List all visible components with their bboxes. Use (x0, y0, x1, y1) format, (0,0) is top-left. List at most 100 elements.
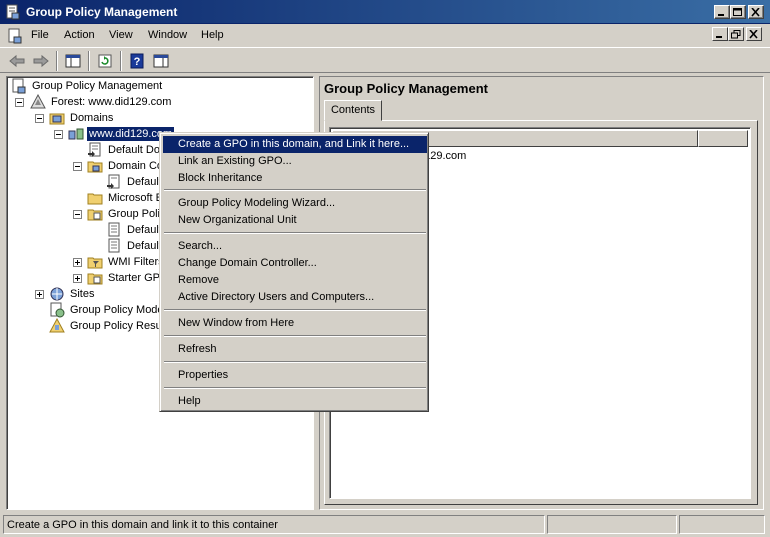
menu-window[interactable]: Window (148, 29, 187, 41)
mdi-minimize-button[interactable] (712, 27, 728, 41)
tree-label: Group Policy Result (70, 320, 168, 332)
minimize-icon (718, 14, 724, 16)
collapse-toggle[interactable] (35, 114, 44, 123)
tree-label: Default Do (108, 144, 160, 156)
ctx-help[interactable]: Help (163, 393, 427, 410)
tree-label: Forest: www.did129.com (51, 96, 172, 108)
ctx-label: Refresh (178, 343, 217, 355)
tree-label: Microsoft E (108, 192, 164, 204)
column-header[interactable] (698, 130, 748, 147)
sites-icon (50, 287, 64, 301)
close-icon (749, 30, 758, 39)
domains-folder-icon (49, 113, 65, 125)
menu-view[interactable]: View (109, 29, 133, 41)
context-menu: Create a GPO in this domain, and Link it… (159, 132, 429, 412)
ctx-label: Create a GPO in this domain, and Link it… (178, 138, 410, 150)
ctx-label: Active Directory Users and Computers... (178, 291, 375, 303)
ctx-link-existing-gpo[interactable]: Link an Existing GPO... (163, 153, 427, 170)
ctx-label: Help (178, 395, 201, 407)
menu-bar: File Action View Window Help (0, 25, 770, 46)
menu-action[interactable]: Action (64, 29, 95, 41)
menu-file[interactable]: File (31, 29, 49, 41)
status-message-cell: Create a GPO in this domain and link it … (3, 515, 545, 534)
ctx-separator (164, 189, 426, 191)
group-policy-icon (12, 78, 26, 94)
window-title: Group Policy Management (26, 5, 178, 19)
ctx-remove[interactable]: Remove (163, 272, 427, 289)
forest-icon (30, 94, 46, 109)
menu-help[interactable]: Help (201, 29, 224, 41)
show-hide-tree-icon (65, 54, 81, 68)
svg-text:?: ? (134, 56, 141, 68)
tree-label: Group Policy Model (70, 304, 166, 316)
forward-button[interactable] (30, 51, 52, 71)
forward-arrow-icon (33, 54, 49, 68)
action-pane-button[interactable] (150, 51, 172, 71)
ctx-label: Search... (178, 240, 223, 252)
group-policy-app-icon (6, 4, 20, 20)
collapse-toggle[interactable] (15, 98, 24, 107)
collapse-toggle[interactable] (73, 162, 82, 171)
ctx-new-ou[interactable]: New Organizational Unit (163, 212, 427, 229)
details-title: Group Policy Management (324, 81, 488, 96)
ctx-new-window[interactable]: New Window from Here (163, 315, 427, 332)
maximize-icon (733, 8, 742, 16)
expand-toggle[interactable] (73, 258, 82, 267)
back-button[interactable] (6, 51, 28, 71)
toolbar: ? (0, 47, 770, 73)
maximize-button[interactable] (730, 5, 746, 19)
close-button[interactable] (748, 5, 764, 19)
tree-label: Sites (70, 288, 95, 300)
ctx-label: Properties (178, 369, 229, 381)
console-document-icon[interactable] (7, 28, 23, 44)
help-button[interactable]: ? (126, 51, 148, 71)
ctx-separator (164, 309, 426, 311)
ou-folder-icon (87, 193, 103, 205)
show-hide-tree-button[interactable] (62, 51, 84, 71)
tree-label: Group Policy Management (32, 80, 163, 92)
ctx-separator (164, 335, 426, 337)
refresh-icon (98, 54, 112, 68)
collapse-toggle[interactable] (73, 210, 82, 219)
close-icon (751, 8, 760, 17)
ctx-create-gpo[interactable]: Create a GPO in this domain, and Link it… (163, 136, 427, 153)
toolbar-separator (88, 51, 90, 71)
mdi-close-button[interactable] (746, 27, 762, 41)
mdi-restore-button[interactable] (728, 27, 744, 41)
gpo-link-icon (107, 174, 120, 189)
modeling-icon (50, 302, 65, 318)
restore-icon (731, 30, 741, 39)
ctx-change-dc[interactable]: Change Domain Controller... (163, 255, 427, 272)
tree-label: Domain Co (108, 160, 164, 172)
ctx-block-inheritance[interactable]: Block Inheritance (163, 170, 427, 187)
gpo-folder-icon (87, 209, 103, 221)
results-icon (49, 318, 65, 333)
ctx-label: Group Policy Modeling Wizard... (178, 197, 336, 209)
expand-toggle[interactable] (35, 290, 44, 299)
ctx-separator (164, 387, 426, 389)
ctx-refresh[interactable]: Refresh (163, 341, 427, 358)
ctx-label: Change Domain Controller... (178, 257, 317, 269)
status-cell-2 (547, 515, 677, 534)
tab-contents[interactable]: Contents (324, 100, 382, 121)
help-icon: ? (130, 53, 144, 69)
collapse-toggle[interactable] (54, 130, 63, 139)
ctx-properties[interactable]: Properties (163, 367, 427, 384)
wmi-filter-icon (87, 257, 103, 269)
gpo-icon (108, 222, 120, 237)
status-bar: Create a GPO in this domain and link it … (0, 513, 770, 537)
toolbar-separator (120, 51, 122, 71)
ctx-label: Block Inheritance (178, 172, 263, 184)
ctx-ad-users-computers[interactable]: Active Directory Users and Computers... (163, 289, 427, 306)
minimize-button[interactable] (714, 5, 730, 19)
ctx-label: Remove (178, 274, 219, 286)
ctx-search[interactable]: Search... (163, 238, 427, 255)
action-pane-icon (153, 54, 169, 68)
ctx-modeling-wizard[interactable]: Group Policy Modeling Wizard... (163, 195, 427, 212)
status-cell-3 (679, 515, 765, 534)
back-arrow-icon (9, 54, 25, 68)
expand-toggle[interactable] (73, 274, 82, 283)
refresh-button[interactable] (94, 51, 116, 71)
domain-icon (68, 128, 84, 140)
title-bar[interactable]: Group Policy Management (0, 0, 770, 24)
